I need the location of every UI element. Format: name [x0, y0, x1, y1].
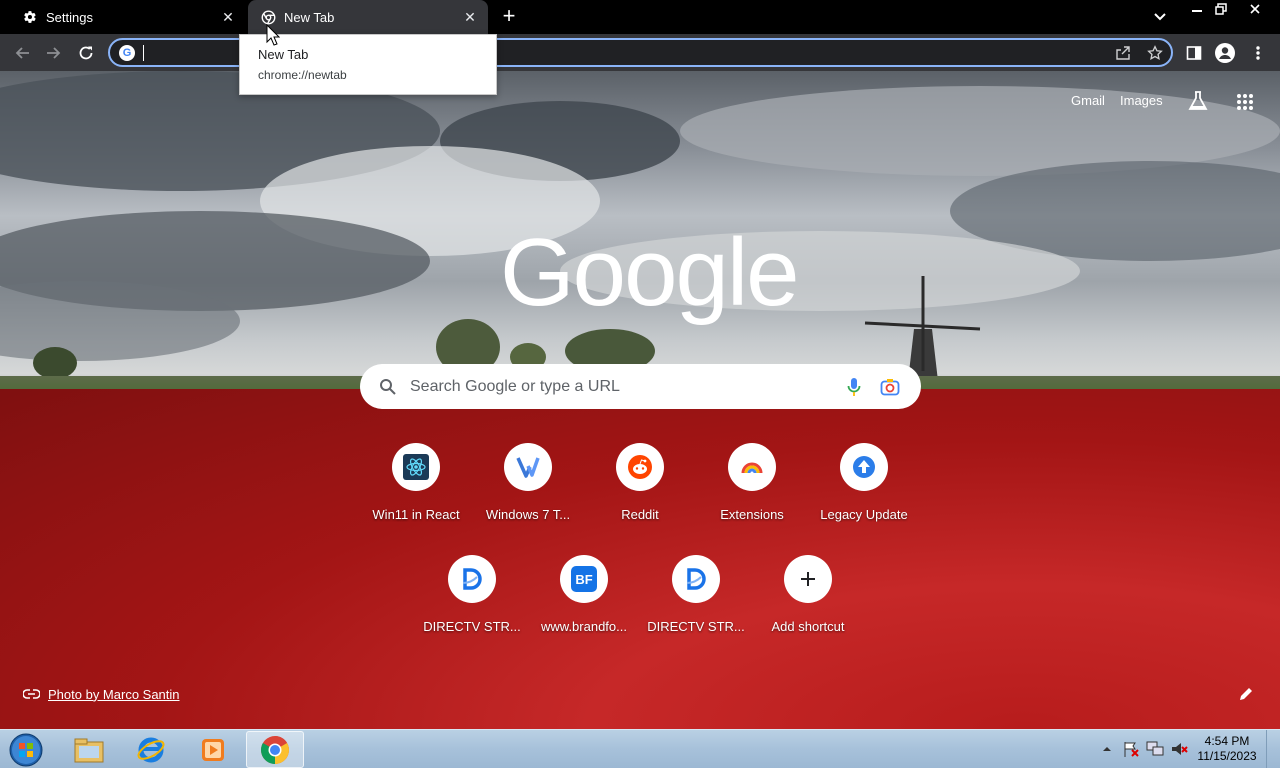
- shortcut-tile[interactable]: BF www.brandfo...: [528, 555, 640, 655]
- shortcut-label: Add shortcut: [771, 619, 845, 634]
- start-button[interactable]: [8, 732, 44, 768]
- gmail-link[interactable]: Gmail: [1071, 93, 1105, 108]
- back-icon[interactable]: [11, 42, 33, 64]
- windows-taskbar: 4:54 PM 11/15/2023: [0, 729, 1280, 768]
- shortcut-label: DIRECTV STR...: [647, 619, 745, 634]
- new-tab-page: Gmail Images Google Win11 in React: [0, 71, 1280, 729]
- close-window-icon[interactable]: [1238, 0, 1272, 18]
- shortcut-label: www.brandfo...: [541, 619, 627, 634]
- reload-icon[interactable]: [75, 42, 97, 64]
- tab-strip: Settings ✕ New Tab ✕ +: [0, 0, 1280, 34]
- shortcut-label: Win11 in React: [372, 507, 460, 522]
- side-panel-icon[interactable]: [1183, 42, 1205, 64]
- reddit-icon: [616, 443, 664, 491]
- tab-new-tab[interactable]: New Tab ✕: [248, 0, 488, 34]
- shortcut-label: Reddit: [621, 507, 659, 522]
- shortcut-label: Extensions: [720, 507, 784, 522]
- share-icon[interactable]: [1112, 42, 1134, 64]
- svg-text:BF: BF: [575, 572, 592, 587]
- shortcut-tile[interactable]: Win11 in React: [360, 443, 472, 543]
- chrome-icon: [260, 9, 276, 25]
- volume-muted-icon[interactable]: [1170, 740, 1188, 758]
- gear-icon: [22, 9, 38, 25]
- taskbar-clock[interactable]: 4:54 PM 11/15/2023: [1196, 734, 1258, 764]
- photo-credit-link[interactable]: Photo by Marco Santin: [23, 684, 180, 704]
- restore-icon[interactable]: [1206, 0, 1236, 18]
- win11-react-icon: [392, 443, 440, 491]
- images-link[interactable]: Images: [1120, 93, 1163, 108]
- customize-pencil-icon[interactable]: [1238, 686, 1258, 706]
- google-logo: Google: [500, 219, 800, 326]
- clock-date: 11/15/2023: [1197, 749, 1257, 763]
- photo-credit-text: Photo by Marco Santin: [48, 686, 180, 702]
- brandfolder-icon: BF: [560, 555, 608, 603]
- shortcut-label: Legacy Update: [820, 507, 908, 522]
- internet-explorer-icon[interactable]: [122, 731, 180, 768]
- voice-search-mic-icon[interactable]: [844, 377, 864, 397]
- show-desktop-button[interactable]: [1266, 730, 1280, 768]
- plus-icon: [784, 555, 832, 603]
- legacy-update-icon: [840, 443, 888, 491]
- clock-time: 4:54 PM: [1204, 734, 1250, 748]
- chrome-icon[interactable]: [246, 731, 304, 768]
- add-shortcut-button[interactable]: Add shortcut: [752, 555, 864, 655]
- link-icon: [23, 689, 40, 699]
- network-icon[interactable]: [1146, 740, 1164, 758]
- hover-card-title: New Tab: [258, 47, 309, 62]
- bookmark-star-icon[interactable]: [1144, 42, 1166, 64]
- labs-flask-icon[interactable]: [1187, 90, 1209, 112]
- search-icon: [378, 377, 398, 397]
- shortcut-tile[interactable]: Extensions: [696, 443, 808, 543]
- ntp-search-input[interactable]: [410, 376, 830, 398]
- forward-icon[interactable]: [43, 42, 65, 64]
- tab-settings[interactable]: Settings ✕: [0, 0, 246, 34]
- shortcut-label: DIRECTV STR...: [423, 619, 521, 634]
- tab-title: New Tab: [284, 9, 335, 25]
- action-center-flag-icon[interactable]: [1122, 740, 1140, 758]
- google-apps-grid-icon[interactable]: [1236, 93, 1254, 111]
- mouse-cursor-icon: [266, 23, 281, 46]
- shortcut-label: Windows 7 T...: [485, 507, 571, 522]
- shortcut-tile[interactable]: Windows 7 T...: [472, 443, 584, 543]
- media-player-icon[interactable]: [184, 731, 242, 768]
- toolbar: G: [0, 34, 1280, 71]
- menu-kebab-icon[interactable]: [1247, 42, 1269, 64]
- directv-icon: [672, 555, 720, 603]
- shortcut-tile[interactable]: DIRECTV STR...: [640, 555, 752, 655]
- shortcut-tile[interactable]: Reddit: [584, 443, 696, 543]
- shortcut-tile[interactable]: DIRECTV STR...: [416, 555, 528, 655]
- extensions-icon: [728, 443, 776, 491]
- google-g-icon: G: [119, 45, 135, 61]
- lens-camera-icon[interactable]: [880, 377, 900, 397]
- close-tab-icon[interactable]: ✕: [218, 7, 238, 27]
- new-tab-button[interactable]: +: [498, 5, 520, 28]
- profile-avatar-icon[interactable]: [1214, 42, 1236, 64]
- directv-icon: [448, 555, 496, 603]
- windows7-icon: [504, 443, 552, 491]
- tab-search-icon[interactable]: [1150, 8, 1170, 26]
- show-hidden-icons-icon[interactable]: [1098, 740, 1116, 758]
- hover-card-url: chrome://newtab: [258, 68, 347, 82]
- explorer-icon[interactable]: [60, 731, 118, 768]
- ntp-search-box[interactable]: [360, 364, 921, 409]
- shortcut-tile[interactable]: Legacy Update: [808, 443, 920, 543]
- tab-title: Settings: [46, 9, 93, 25]
- close-tab-icon[interactable]: ✕: [460, 7, 480, 27]
